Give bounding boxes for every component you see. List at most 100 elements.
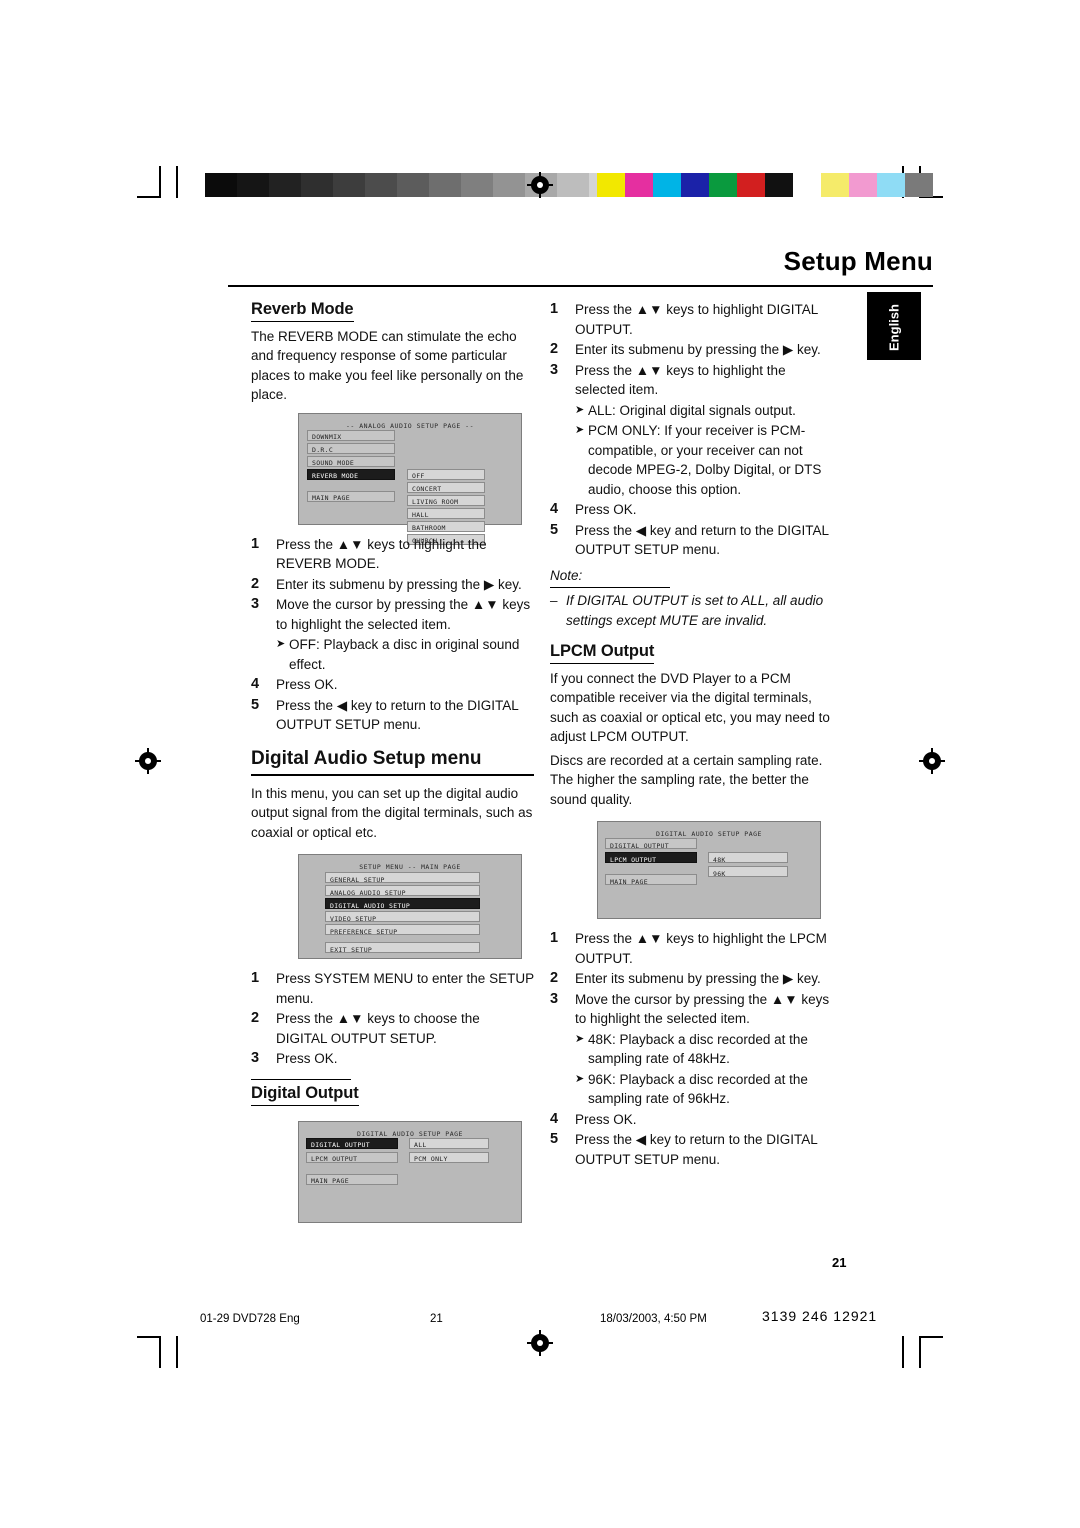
- digital-output-bullet: ➤ PCM ONLY: If your receiver is PCM-comp…: [575, 421, 833, 499]
- osd-menu-item[interactable]: MAIN PAGE: [306, 1173, 398, 1185]
- osd-menu-item[interactable]: PREFERENCE SETUP: [325, 924, 480, 936]
- crop-mark-top-left-v2: [176, 166, 178, 198]
- osd-menu-item[interactable]: SOUND MODE: [307, 455, 395, 467]
- registration-mark-left: [135, 748, 161, 774]
- step-item: 4 Press OK.: [550, 500, 833, 520]
- bullet-text: OFF: Playback a disc in original sound e…: [289, 637, 520, 672]
- step-number: 2: [251, 1010, 260, 1026]
- crop-mark-bottom-right-v2: [902, 1336, 904, 1368]
- osd-menu-item[interactable]: LPCM OUTPUT: [306, 1151, 398, 1163]
- step-number: 4: [550, 501, 559, 517]
- osd-option[interactable]: PCM ONLY: [409, 1151, 489, 1163]
- note-body: – If DIGITAL OUTPUT is set to ALL, all a…: [550, 591, 833, 630]
- crop-mark-bottom-right: [921, 1336, 943, 1338]
- reverb-steps-list: 1 Press the ▲▼ keys to highlight the REVE…: [251, 535, 534, 635]
- osd-option[interactable]: CONCERT: [407, 481, 485, 493]
- step-number: 1: [251, 970, 260, 986]
- crop-mark-bottom-left-v2: [176, 1336, 178, 1368]
- step-number: 3: [251, 1050, 260, 1066]
- grayscale-swatch: [205, 173, 237, 197]
- crop-mark-top-left-v: [159, 166, 161, 198]
- osd-menu-item[interactable]: MAIN PAGE: [307, 490, 395, 502]
- grayscale-swatch: [333, 173, 365, 197]
- osd-menu-item-selected[interactable]: LPCM OUTPUT: [605, 852, 697, 864]
- grayscale-swatch: [493, 173, 525, 197]
- osd-option-highlighted[interactable]: ALL: [409, 1137, 489, 1149]
- grayscale-swatch: [269, 173, 301, 197]
- step-text: Press the ▲▼ keys to highlight the REVER…: [276, 536, 487, 572]
- reverb-mode-heading: Reverb Mode: [251, 300, 354, 322]
- left-column: Reverb Mode The REVERB MODE can stimulat…: [251, 300, 534, 1233]
- step-number: 2: [550, 970, 559, 986]
- bullet-text: ALL: Original digital signals output.: [588, 402, 796, 418]
- step-item: 5 Press the ◀ key and return to the DIGIT…: [550, 521, 833, 560]
- digital-output-bullet: ➤ ALL: Original digital signals output.: [575, 401, 833, 421]
- digital-audio-setup-paragraph: In this menu, you can set up the digital…: [251, 785, 533, 840]
- step-item: 1 Press the ▲▼ keys to highlight DIGITAL …: [550, 300, 833, 339]
- step-text: Press the ◀ key and return to the DIGITA…: [575, 522, 829, 558]
- osd-menu-item-selected[interactable]: DIGITAL AUDIO SETUP: [325, 898, 480, 910]
- color-swatch: [765, 173, 793, 197]
- color-swatch: [737, 173, 765, 197]
- step-text: Move the cursor by pressing the ▲▼ keys …: [575, 991, 830, 1027]
- osd-option[interactable]: HALL: [407, 507, 485, 519]
- arrow-icon: ➤: [575, 1072, 585, 1085]
- osd-option[interactable]: BATHROOM: [407, 520, 485, 532]
- osd-menu-item[interactable]: GENERAL SETUP: [325, 872, 480, 884]
- step-number: 4: [550, 1110, 559, 1127]
- step-item: 1 Press the ▲▼ keys to highlight the REVE…: [251, 535, 534, 574]
- step-text: Press OK.: [575, 502, 637, 517]
- osd-menu-item-selected[interactable]: REVERB MODE: [307, 468, 395, 480]
- grayscale-swatch: [301, 173, 333, 197]
- step-number: 3: [251, 596, 260, 612]
- lpcm-output-heading: LPCM Output: [550, 642, 654, 664]
- digital-audio-setup-rule: [251, 774, 534, 776]
- step-text: Enter its submenu by pressing the ▶ key.: [575, 971, 821, 986]
- crop-mark-bottom-right-v: [919, 1336, 921, 1368]
- step-text: Enter its submenu by pressing the ▶ key.: [276, 576, 522, 592]
- grayscale-swatch: [365, 173, 397, 197]
- osd-menu-item[interactable]: D.R.C: [307, 442, 395, 454]
- step-text: Press the ▲▼ keys to choose the DIGITAL …: [276, 1011, 480, 1046]
- osd-menu-item[interactable]: EXIT SETUP: [325, 942, 480, 954]
- osd-menu-item[interactable]: VIDEO SETUP: [325, 911, 480, 923]
- note-text: If DIGITAL OUTPUT is set to ALL, all aud…: [566, 593, 824, 628]
- color-swatch: [653, 173, 681, 197]
- digital-audio-setup-heading: Digital Audio Setup menu: [251, 747, 482, 769]
- osd-digital-output: DIGITAL AUDIO SETUP PAGE DIGITAL OUTPUT …: [298, 1120, 522, 1223]
- step-text: Press SYSTEM MENU to enter the SETUP men…: [276, 971, 534, 1006]
- crop-mark-bottom-left-v: [159, 1336, 161, 1368]
- bullet-text: 48K: Playback a disc recorded at the sam…: [588, 1031, 808, 1067]
- page-title: Setup Menu: [783, 246, 933, 276]
- osd-menu-item[interactable]: MAIN PAGE: [605, 874, 697, 886]
- bullet-text: PCM ONLY: If your receiver is PCM-compat…: [588, 423, 822, 497]
- lpcm-paragraph-1: If you connect the DVD Player to a PCM c…: [550, 670, 830, 745]
- osd-menu-item-selected[interactable]: DIGITAL OUTPUT: [306, 1137, 398, 1149]
- reverb-mode-paragraph: The REVERB MODE can stimulate the echo a…: [251, 328, 524, 403]
- arrow-icon: ➤: [276, 638, 286, 650]
- step-item: 3 Press the ▲▼ keys to highlight the sele…: [550, 361, 833, 400]
- step-text: Move the cursor by pressing the ▲▼ keys …: [276, 597, 531, 632]
- step-item: 1 Press SYSTEM MENU to enter the SETUP me…: [251, 969, 534, 1008]
- step-item: 4 Press OK.: [550, 1110, 833, 1130]
- osd-option[interactable]: LIVING ROOM: [407, 494, 485, 506]
- osd-menu-item[interactable]: DOWNMIX: [307, 429, 395, 441]
- crop-mark-top-left: [137, 196, 159, 198]
- color-swatch: [597, 173, 625, 197]
- osd-analog-audio-setup: -- ANALOG AUDIO SETUP PAGE -- DOWNMIX D.…: [298, 412, 522, 545]
- osd-lpcm-output: DIGITAL AUDIO SETUP PAGE DIGITAL OUTPUT …: [597, 821, 821, 919]
- osd-option[interactable]: OFF: [407, 468, 485, 480]
- osd-option[interactable]: 96K: [708, 866, 788, 878]
- step-item: 3 Move the cursor by pressing the ▲▼ keys…: [550, 990, 833, 1029]
- lpcm-paragraph-2: Discs are recorded at a certain sampling…: [550, 752, 823, 807]
- osd-option-highlighted[interactable]: 48K: [708, 852, 788, 864]
- color-swatch: [793, 173, 821, 197]
- registration-mark-right: [919, 748, 945, 774]
- step-number: 4: [251, 676, 260, 692]
- page-number: 21: [832, 1255, 847, 1270]
- osd-menu-item[interactable]: ANALOG AUDIO SETUP: [325, 885, 480, 897]
- right-column: 1 Press the ▲▼ keys to highlight DIGITAL …: [550, 300, 833, 1170]
- arrow-icon: ➤: [575, 1032, 585, 1045]
- step-item: 2 Press the ▲▼ keys to choose the DIGITAL…: [251, 1009, 534, 1048]
- osd-menu-item[interactable]: DIGITAL OUTPUT: [605, 838, 697, 850]
